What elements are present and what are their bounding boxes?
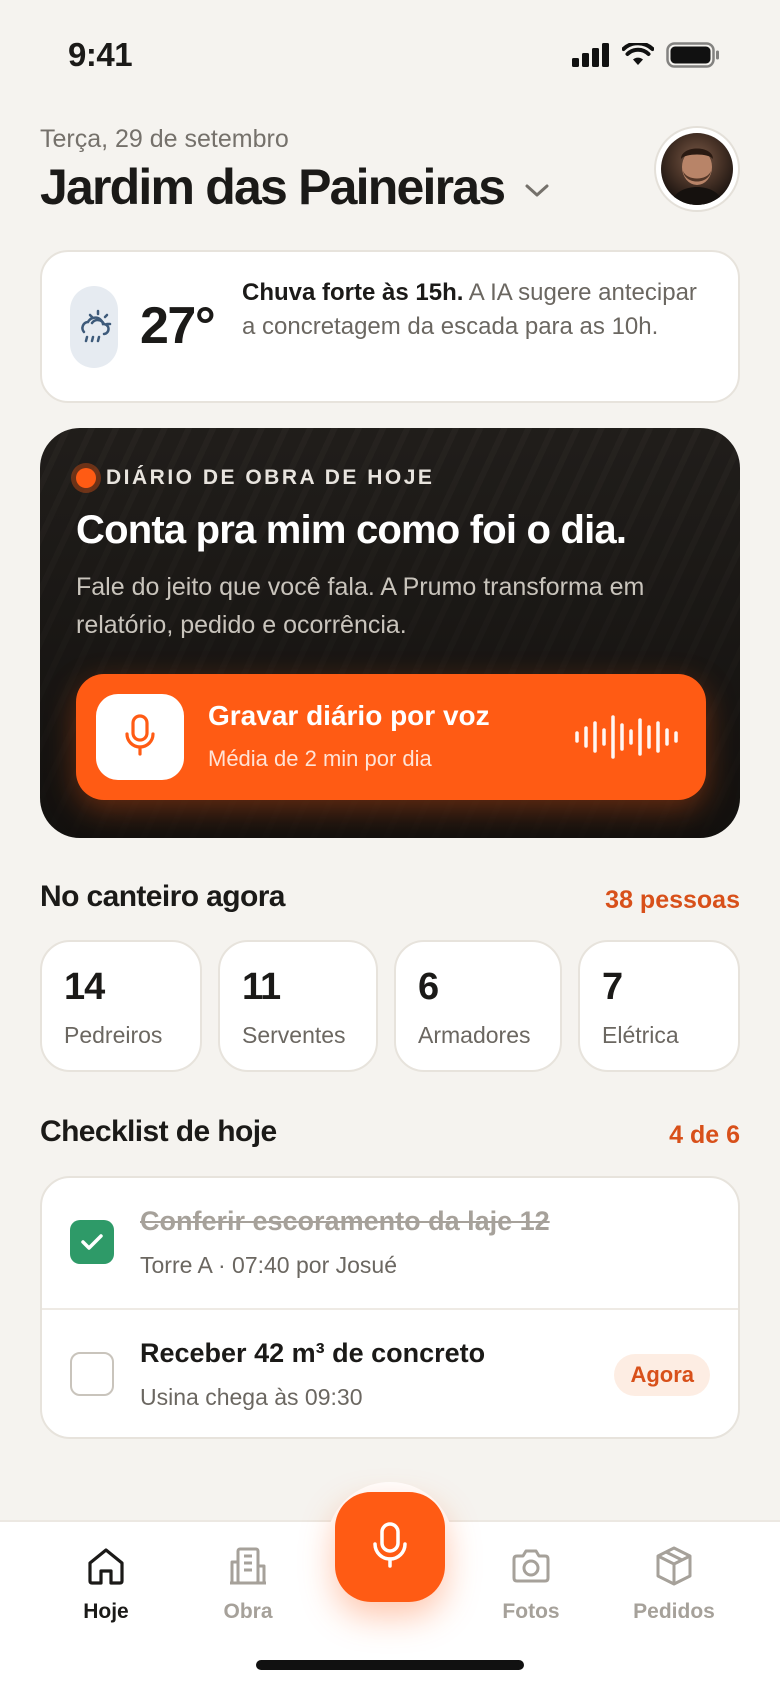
- diary-label-text: DIÁRIO DE OBRA DE HOJE: [106, 466, 435, 489]
- checkbox-checked[interactable]: [70, 1220, 114, 1264]
- live-dot-icon: [76, 468, 96, 488]
- nav-item-hoje[interactable]: Hoje: [46, 1542, 166, 1624]
- checkbox-unchecked[interactable]: [70, 1352, 114, 1396]
- battery-icon: [666, 42, 720, 73]
- weather-icon-pill: [70, 286, 118, 368]
- checklist-progress: 4 de 6: [669, 1121, 740, 1149]
- checklist-item-subtitle: Usina chega às 09:30: [140, 1384, 363, 1410]
- record-mic-box: [96, 694, 184, 780]
- worker-role: Elétrica: [602, 1022, 679, 1048]
- waveform-icon: [575, 715, 678, 759]
- nav-label: Obra: [223, 1600, 273, 1623]
- record-fab-button[interactable]: [335, 1492, 445, 1602]
- site-now-total[interactable]: 38 pessoas: [605, 886, 740, 915]
- checklist-item-title: Conferir escoramento da laje 12: [140, 1206, 550, 1236]
- worker-count: 11: [242, 966, 281, 1008]
- status-icons: [572, 41, 720, 73]
- wifi-icon: [621, 41, 655, 72]
- worker-count: 6: [418, 966, 439, 1008]
- worker-card-armadores[interactable]: 6 Armadores: [394, 940, 562, 1072]
- nav-item-pedidos[interactable]: Pedidos: [614, 1542, 734, 1624]
- microphone-icon: [370, 1520, 410, 1575]
- checklist-item[interactable]: Receber 42 m³ de concreto Usina chega às…: [42, 1308, 738, 1437]
- package-icon: [650, 1542, 698, 1590]
- project-selector[interactable]: Jardim das Paineiras: [40, 158, 552, 216]
- nav-item-fotos[interactable]: Fotos: [471, 1542, 591, 1624]
- nav-label: Pedidos: [633, 1600, 715, 1623]
- checklist-item-title: Receber 42 m³ de concreto: [140, 1338, 486, 1368]
- worker-role: Pedreiros: [64, 1022, 163, 1048]
- sun-rain-icon: [74, 305, 114, 350]
- checklist-item[interactable]: Conferir escoramento da laje 12 Torre A …: [42, 1178, 738, 1308]
- avatar-image: [661, 133, 733, 205]
- diary-title: Conta pra mim como foi o dia.: [76, 508, 627, 552]
- site-now-title: No canteiro agora: [40, 880, 285, 913]
- record-voice-diary-button[interactable]: Gravar diário por voz Média de 2 min por…: [76, 674, 706, 800]
- nav-label: Fotos: [502, 1600, 560, 1623]
- worker-card-pedreiros[interactable]: 14 Pedreiros: [40, 940, 202, 1072]
- nav-label: Hoje: [83, 1600, 129, 1623]
- checklist-card: Conferir escoramento da laje 12 Torre A …: [40, 1176, 740, 1439]
- cellular-signal-icon: [572, 43, 610, 72]
- record-button-subtitle: Média de 2 min por dia: [208, 746, 432, 771]
- building-icon: [224, 1542, 272, 1590]
- worker-role: Armadores: [418, 1022, 531, 1048]
- weather-alert-bold: Chuva forte às 15h.: [242, 279, 464, 306]
- microphone-icon: [122, 713, 158, 762]
- chevron-down-icon[interactable]: [522, 176, 552, 206]
- project-name: Jardim das Paineiras: [40, 159, 506, 215]
- worker-count: 14: [64, 966, 105, 1008]
- weather-alert-text: Chuva forte às 15h. A IA sugere antecipa…: [242, 276, 712, 344]
- worker-card-eletrica[interactable]: 7 Elétrica: [578, 940, 740, 1072]
- home-icon: [82, 1542, 130, 1590]
- daily-diary-card: DIÁRIO DE OBRA DE HOJE Conta pra mim com…: [40, 428, 740, 838]
- user-avatar[interactable]: [654, 126, 740, 212]
- nav-item-obra[interactable]: Obra: [188, 1542, 308, 1624]
- home-indicator: [256, 1660, 524, 1670]
- checkmark-icon: [81, 1234, 103, 1250]
- status-bar: 9:41: [0, 0, 780, 110]
- weather-temperature: 27°: [140, 297, 216, 355]
- diary-label: DIÁRIO DE OBRA DE HOJE: [76, 466, 434, 490]
- checklist-item-subtitle: Torre A · 07:40 por Josué: [140, 1252, 397, 1278]
- status-time: 9:41: [68, 36, 133, 73]
- now-badge: Agora: [614, 1354, 710, 1396]
- checklist-title: Checklist de hoje: [40, 1115, 277, 1148]
- worker-count: 7: [602, 966, 623, 1008]
- header-date: Terça, 29 de setembro: [40, 125, 289, 153]
- record-button-title: Gravar diário por voz: [208, 700, 490, 731]
- worker-role: Serventes: [242, 1022, 346, 1048]
- diary-subtitle: Fale do jeito que você fala. A Prumo tra…: [76, 573, 645, 639]
- weather-alert-card[interactable]: 27° Chuva forte às 15h. A IA sugere ante…: [40, 250, 740, 403]
- worker-card-serventes[interactable]: 11 Serventes: [218, 940, 378, 1072]
- camera-icon: [507, 1542, 555, 1590]
